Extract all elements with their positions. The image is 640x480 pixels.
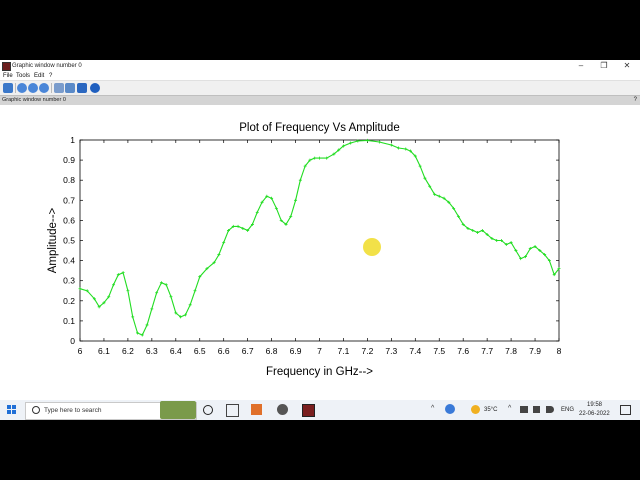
x-tick-label: 7.1 — [338, 346, 350, 356]
battery-icon[interactable] — [533, 406, 540, 413]
x-tick-label: 6.7 — [242, 346, 254, 356]
x-tick-label: 7.7 — [481, 346, 493, 356]
temperature-label[interactable]: 35°C — [484, 406, 497, 414]
x-tick-label: 6.2 — [122, 346, 134, 356]
y-tick-label: 1 — [70, 135, 75, 145]
toolbar-separator — [15, 83, 16, 93]
notification-icon[interactable] — [620, 405, 631, 415]
plot-area[interactable] — [79, 139, 560, 342]
datatip-icon[interactable] — [65, 83, 75, 93]
zoom-out-icon[interactable] — [28, 83, 38, 93]
tray-chevron-icon[interactable]: ^ — [431, 405, 437, 413]
clock-time[interactable]: 19:58 — [587, 401, 602, 409]
menu-tools[interactable]: Tools — [16, 72, 30, 80]
help-icon[interactable] — [90, 83, 100, 93]
taskbar: Type here to search ^ 35°C ^ ENG 19:58 2… — [0, 400, 640, 420]
x-tick-label: 7.2 — [361, 346, 373, 356]
x-tick-label: 7.5 — [433, 346, 445, 356]
close-button[interactable]: ✕ — [616, 60, 638, 72]
search-icon — [32, 406, 40, 414]
copy-icon[interactable] — [54, 83, 64, 93]
tray-overflow-icon[interactable]: ^ — [508, 405, 516, 413]
window-title: Graphic window number 0 — [12, 63, 82, 69]
window-title-bar[interactable]: Graphic window number 0 – ❐ ✕ — [0, 60, 640, 72]
task-view-icon[interactable] — [226, 404, 239, 417]
x-tick-label: 6.3 — [146, 346, 158, 356]
rotate-icon[interactable] — [3, 83, 13, 93]
clock-date[interactable]: 22-06-2022 — [579, 410, 610, 418]
y-tick-label: 0.4 — [63, 256, 75, 266]
x-axis-label: Frequency in GHz--> — [266, 366, 373, 378]
x-tick-label: 7.9 — [529, 346, 541, 356]
menu-bar: File Tools Edit ? — [0, 72, 640, 80]
y-tick-label: 0 — [70, 336, 75, 346]
windows-start-icon[interactable] — [7, 405, 17, 415]
x-tick-label: 7.3 — [385, 346, 397, 356]
x-tick-label: 8 — [557, 346, 562, 356]
scilab-taskbar-icon[interactable] — [302, 404, 315, 417]
strip-help-button[interactable]: ? — [634, 96, 637, 105]
toolbar — [0, 80, 640, 96]
y-tick-label: 0.1 — [63, 316, 75, 326]
y-tick-label: 0.3 — [63, 276, 75, 286]
x-tick-label: 7.8 — [505, 346, 517, 356]
x-tick-label: 6.8 — [266, 346, 278, 356]
y-tick-label: 0.8 — [63, 175, 75, 185]
toolbar-separator — [51, 83, 52, 93]
y-tick-label: 0.7 — [63, 195, 75, 205]
language-indicator[interactable]: ENG — [561, 406, 574, 414]
tray-app-icon[interactable] — [445, 404, 455, 414]
y-tick-label: 0.2 — [63, 296, 75, 306]
menu-file[interactable]: File — [3, 72, 13, 80]
cortana-icon[interactable] — [203, 405, 213, 415]
x-tick-label: 7.6 — [457, 346, 469, 356]
menu-edit[interactable]: Edit — [34, 72, 44, 80]
volume-icon[interactable] — [546, 406, 554, 413]
y-tick-label: 0.6 — [63, 215, 75, 225]
minimize-button[interactable]: – — [570, 60, 592, 72]
x-tick-label: 6.1 — [98, 346, 110, 356]
x-tick-label: 7 — [317, 346, 322, 356]
y-tick-label: 0.5 — [63, 236, 75, 246]
x-tick-label: 6.6 — [218, 346, 230, 356]
x-tick-label: 7.4 — [409, 346, 421, 356]
x-tick-label: 6.5 — [194, 346, 206, 356]
search-placeholder: Type here to search — [44, 407, 102, 414]
menu-help[interactable]: ? — [49, 72, 52, 80]
weather-icon — [471, 405, 480, 414]
network-icon[interactable] — [520, 406, 528, 413]
chart-title: Plot of Frequency Vs Amplitude — [239, 122, 399, 134]
zoom-reset-icon[interactable] — [39, 83, 49, 93]
x-tick-label: 6.4 — [170, 346, 182, 356]
screen: Graphic window number 0 – ❐ ✕ File Tools… — [0, 60, 640, 420]
mouse-cursor-highlight — [363, 238, 381, 256]
scilab-app-icon — [2, 62, 11, 71]
maximize-button[interactable]: ❐ — [593, 60, 615, 72]
zoom-in-icon[interactable] — [17, 83, 27, 93]
x-tick-label: 6.9 — [290, 346, 302, 356]
y-tick-label: 0.9 — [63, 155, 75, 165]
y-axis-label: Amplitude--> — [47, 207, 59, 273]
file-explorer-icon[interactable] — [251, 404, 262, 415]
graphic-window-label: Graphic window number 0 — [2, 97, 66, 103]
frequency-amplitude-chart[interactable]: 6 6.1 6.2 6.3 6.4 6.5 6.6 6.7 6.8 6.9 7 7.1 7.2 7.3 7.… — [0, 105, 640, 405]
settings-gear-icon[interactable] — [277, 404, 288, 415]
x-tick-label: 6 — [78, 346, 83, 356]
search-highlight-illustration-icon — [160, 401, 196, 419]
pan-icon[interactable] — [77, 83, 87, 93]
plot-canvas[interactable]: 6 6.1 6.2 6.3 6.4 6.5 6.6 6.7 6.8 6.9 7 7.1 7.2 7.3 7.… — [0, 105, 640, 405]
